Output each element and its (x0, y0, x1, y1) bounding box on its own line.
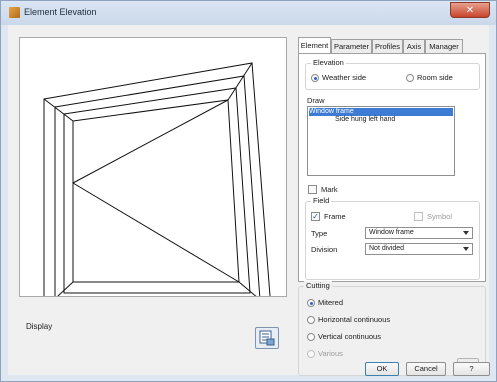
frame-label[interactable]: Frame (324, 212, 346, 221)
list-item[interactable]: Window frame (309, 108, 453, 116)
weather-side-label[interactable]: Weather side (322, 73, 366, 82)
display-settings-button[interactable] (255, 327, 279, 349)
ok-button[interactable]: OK (365, 362, 399, 376)
title-bar[interactable]: Element Elevation ✕ (1, 1, 496, 25)
preview-settings-icon (259, 330, 275, 346)
draw-label: Draw (307, 96, 325, 105)
weather-side-radio[interactable] (311, 74, 319, 82)
vertical-continuous-label[interactable]: Vertical continuous (318, 332, 381, 341)
window-title: Element Elevation (24, 7, 97, 17)
cancel-button[interactable]: Cancel (406, 362, 446, 376)
elevation-group-label: Elevation (311, 58, 346, 67)
close-button[interactable]: ✕ (450, 2, 490, 18)
elevation-group: Elevation Weather side Room side (305, 58, 480, 90)
list-item[interactable]: Side hung left hand (309, 116, 453, 124)
mitered-label[interactable]: Mitered (318, 298, 343, 307)
symbol-checkbox[interactable] (414, 212, 423, 221)
various-label[interactable]: Various (318, 349, 343, 358)
mark-checkbox[interactable] (308, 185, 317, 194)
help-button[interactable]: ? (453, 362, 490, 376)
chevron-down-icon (463, 231, 469, 235)
opening-symbol-upper (72, 99, 229, 184)
room-side-radio[interactable] (406, 74, 414, 82)
various-radio[interactable] (307, 350, 315, 358)
display-label: Display (26, 322, 53, 331)
division-select-value: Not divided (369, 245, 405, 252)
close-icon: ✕ (465, 5, 475, 16)
tab-axis[interactable]: Axis (403, 39, 425, 53)
element-tab-panel: Elevation Weather side Room side Draw Wi… (298, 53, 486, 282)
horizontal-continuous-radio[interactable] (307, 316, 315, 324)
tab-profiles[interactable]: Profiles (372, 39, 403, 53)
cutting-group-label: Cutting (304, 281, 332, 290)
field-group: Field ✓ Frame Symbol Type Window frame D… (305, 196, 480, 280)
dialog-body: Display Element Parameter Profiles Axis … (8, 25, 489, 376)
field-group-label: Field (311, 196, 332, 205)
division-select[interactable]: Not divided (365, 243, 473, 255)
tab-parameter[interactable]: Parameter (331, 39, 372, 53)
app-icon (9, 7, 20, 18)
mitered-radio[interactable] (307, 299, 315, 307)
type-label: Type (311, 229, 328, 238)
chevron-down-icon (463, 247, 469, 251)
tab-manager[interactable]: Manager (425, 39, 463, 53)
division-label: Division (311, 245, 338, 254)
opening-symbol-lower (72, 182, 240, 283)
type-select-value: Window frame (369, 229, 414, 236)
room-side-label[interactable]: Room side (417, 73, 453, 82)
symbol-label[interactable]: Symbol (427, 212, 452, 221)
horizontal-continuous-label[interactable]: Horizontal continuous (318, 315, 390, 324)
mark-label[interactable]: Mark (321, 185, 338, 194)
vertical-continuous-radio[interactable] (307, 333, 315, 341)
frame-inner-outline (54, 75, 261, 301)
frame-checkbox[interactable]: ✓ (311, 212, 320, 221)
element-elevation-dialog: Element Elevation ✕ Display Element Para… (0, 0, 497, 382)
window-elevation-drawing (43, 62, 272, 310)
draw-listbox[interactable]: Window frame Side hung left hand (307, 106, 455, 176)
sash-inner-outline (72, 99, 240, 283)
tab-element[interactable]: Element (298, 37, 331, 54)
type-select[interactable]: Window frame (365, 227, 473, 239)
elevation-preview (19, 37, 287, 310)
